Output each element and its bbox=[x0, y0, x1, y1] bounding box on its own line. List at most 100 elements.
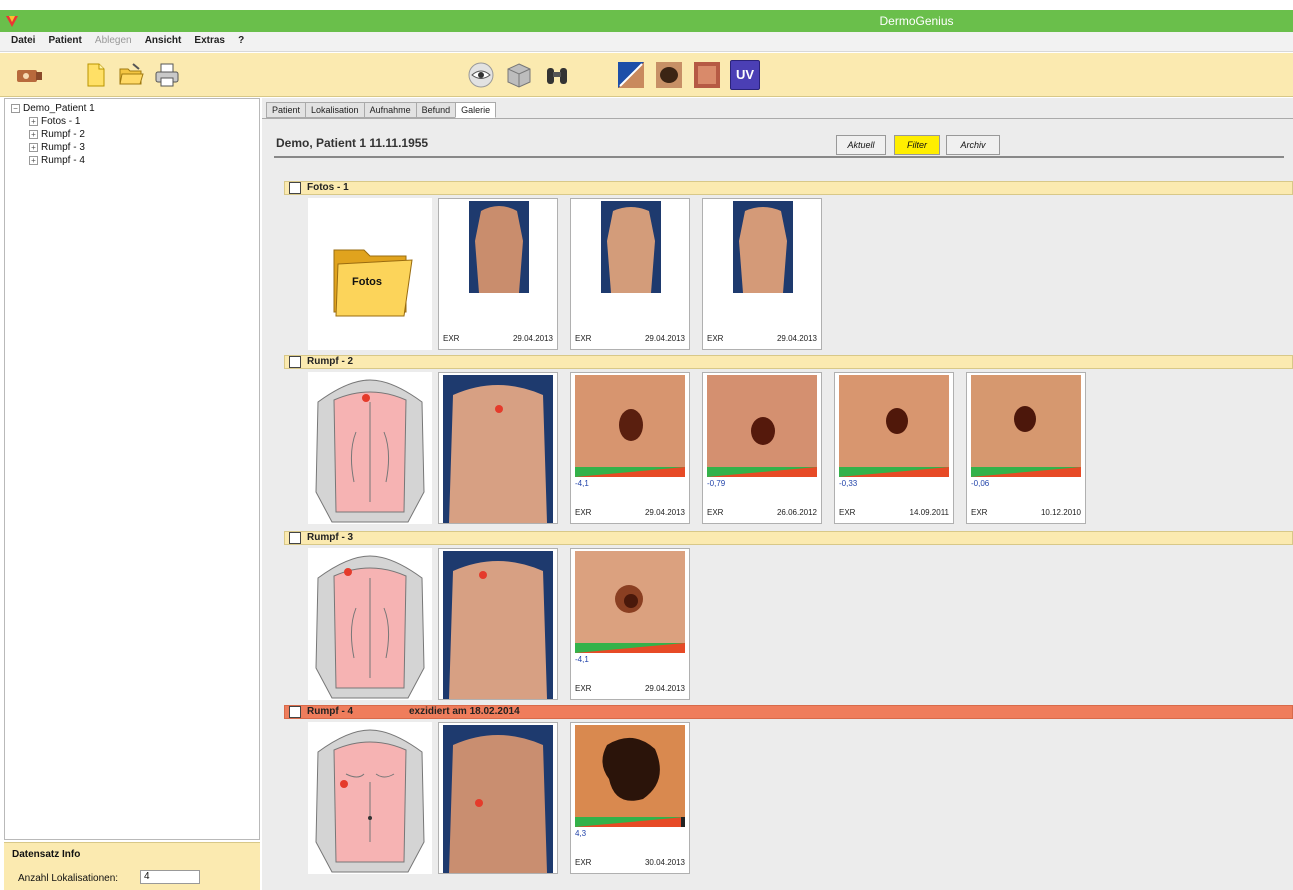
lesion-icon bbox=[656, 62, 682, 88]
section-checkbox[interactable] bbox=[289, 532, 301, 544]
menu-help[interactable]: ? bbox=[233, 32, 249, 46]
title-bar: DermoGenius bbox=[0, 10, 1293, 32]
overview-photo[interactable] bbox=[438, 372, 558, 524]
tree-item-rumpf-3[interactable]: + Rumpf - 3 bbox=[29, 142, 85, 153]
device-label: EXR bbox=[707, 334, 724, 343]
body-map-back-icon bbox=[315, 379, 425, 523]
menu-bar: Datei Patient Ablegen Ansicht Extras ? bbox=[0, 32, 1293, 52]
lesion-dermoscopy-image bbox=[575, 725, 685, 817]
print-button[interactable] bbox=[152, 60, 182, 90]
section-checkbox[interactable] bbox=[289, 706, 301, 718]
open-button[interactable] bbox=[116, 60, 146, 90]
photo-meta: EXR 26.06.2012 bbox=[707, 508, 817, 517]
body-map[interactable] bbox=[308, 372, 432, 524]
filter-filter-button[interactable]: Filter bbox=[894, 135, 940, 155]
device-label: EXR bbox=[839, 508, 856, 517]
back-overview-photo bbox=[443, 551, 553, 699]
dermoscopy-thumb[interactable]: -0,06 EXR 10.12.2010 bbox=[966, 372, 1086, 524]
dermoscopy-thumb[interactable]: -0,79 EXR 26.06.2012 bbox=[702, 372, 822, 524]
uv-button[interactable]: UV bbox=[730, 60, 760, 90]
patient-header: Demo, Patient 1 11.11.1955 bbox=[276, 136, 429, 150]
device-label: EXR bbox=[575, 858, 592, 867]
tab-galerie[interactable]: Galerie bbox=[455, 102, 497, 118]
tree-root-node[interactable]: − Demo_Patient 1 bbox=[11, 103, 95, 114]
tab-patient[interactable]: Patient bbox=[266, 102, 307, 118]
dermoscopy-thumb[interactable]: 4,3 EXR 30.04.2013 bbox=[570, 722, 690, 874]
risk-score-bar bbox=[575, 817, 685, 827]
score-label: -0,06 bbox=[971, 479, 990, 488]
tab-aufnahme[interactable]: Aufnahme bbox=[363, 102, 417, 118]
cube-icon bbox=[507, 63, 531, 88]
body-map-back-icon bbox=[315, 555, 425, 699]
overview-photo[interactable] bbox=[438, 722, 558, 874]
new-button[interactable] bbox=[80, 60, 110, 90]
patient-tree: − Demo_Patient 1 + Fotos - 1 + Rumpf - 2 + R… bbox=[4, 98, 260, 840]
body-map[interactable] bbox=[308, 548, 432, 700]
body-map-front-icon bbox=[315, 729, 425, 873]
tree-item-fotos[interactable]: + Fotos - 1 bbox=[29, 116, 80, 127]
photo-thumb[interactable]: EXR 29.04.2013 bbox=[702, 198, 822, 350]
photo-meta: EXR 29.04.2013 bbox=[575, 508, 685, 517]
skin-button[interactable] bbox=[692, 60, 722, 90]
tab-bar: Patient Lokalisation Aufnahme Befund Galerie bbox=[266, 102, 497, 118]
body-map[interactable] bbox=[308, 722, 432, 874]
risk-score-bar bbox=[839, 467, 949, 477]
section-title: Rumpf - 2 bbox=[307, 356, 354, 367]
score-label: -0,33 bbox=[839, 479, 858, 488]
expand-icon[interactable]: + bbox=[29, 117, 38, 126]
photo-thumb[interactable]: EXR 29.04.2013 bbox=[438, 198, 558, 350]
score-label: -0,79 bbox=[707, 479, 726, 488]
section-checkbox[interactable] bbox=[289, 356, 301, 368]
overview-photo[interactable] bbox=[438, 548, 558, 700]
tab-befund[interactable]: Befund bbox=[415, 102, 457, 118]
binoculars-icon bbox=[547, 68, 567, 84]
device-label: EXR bbox=[575, 334, 592, 343]
tree-item-rumpf-4[interactable]: + Rumpf - 4 bbox=[29, 155, 85, 166]
menu-ansicht[interactable]: Ansicht bbox=[140, 32, 187, 46]
expand-icon[interactable]: + bbox=[29, 130, 38, 139]
date-label: 29.04.2013 bbox=[512, 334, 553, 343]
section-header-rumpf-4: Rumpf - 4 exzidiert am 18.02.2014 bbox=[284, 705, 1293, 719]
expand-icon[interactable]: + bbox=[29, 143, 38, 152]
tree-item-label: Rumpf - 2 bbox=[41, 129, 85, 140]
section-checkbox[interactable] bbox=[289, 182, 301, 194]
menu-ablegen[interactable]: Ablegen bbox=[90, 32, 137, 46]
toolbar: UV bbox=[0, 53, 1293, 97]
menu-extras[interactable]: Extras bbox=[189, 32, 230, 46]
open-folder-icon bbox=[119, 63, 144, 85]
date-label: 14.09.2011 bbox=[909, 508, 949, 517]
search-button[interactable] bbox=[542, 60, 572, 90]
dermoscopy-thumb[interactable]: -4,1 EXR 29.04.2013 bbox=[570, 548, 690, 700]
tree-item-label: Fotos - 1 bbox=[41, 116, 81, 127]
lesion-dermoscopy-image bbox=[575, 375, 685, 467]
tab-divider bbox=[262, 118, 1293, 119]
3d-button[interactable] bbox=[504, 60, 534, 90]
tree-item-rumpf-2[interactable]: + Rumpf - 2 bbox=[29, 129, 85, 140]
menu-datei[interactable]: Datei bbox=[6, 32, 40, 46]
back-overview-photo bbox=[443, 375, 553, 523]
filter-aktuell-button[interactable]: Aktuell bbox=[836, 135, 886, 155]
photo-meta: EXR 14.09.2011 bbox=[839, 508, 949, 517]
filter-archiv-button[interactable]: Archiv bbox=[946, 135, 1000, 155]
photo-meta: EXR 30.04.2013 bbox=[575, 858, 685, 867]
photo-thumb[interactable]: EXR 29.04.2013 bbox=[570, 198, 690, 350]
camera-icon bbox=[17, 70, 42, 82]
date-label: 29.04.2013 bbox=[644, 684, 685, 693]
collapse-icon[interactable]: − bbox=[11, 104, 20, 113]
dermoscopy-thumb[interactable]: -0,33 EXR 14.09.2011 bbox=[834, 372, 954, 524]
tab-lokalisation[interactable]: Lokalisation bbox=[305, 102, 365, 118]
section-title: Rumpf - 4 bbox=[307, 706, 354, 717]
camera-button[interactable] bbox=[14, 60, 44, 90]
device-label: EXR bbox=[971, 508, 988, 517]
menu-patient[interactable]: Patient bbox=[44, 32, 87, 46]
front-overview-photo bbox=[443, 725, 553, 873]
lesion-dermoscopy-image bbox=[575, 551, 685, 643]
lesion-button[interactable] bbox=[654, 60, 684, 90]
expand-icon[interactable]: + bbox=[29, 156, 38, 165]
view-button[interactable] bbox=[466, 60, 496, 90]
compare-button[interactable] bbox=[616, 60, 646, 90]
section-header-rumpf-3: Rumpf - 3 bbox=[284, 531, 1293, 545]
folder-card[interactable]: Fotos bbox=[308, 198, 432, 350]
dermoscopy-thumb[interactable]: -4,1 EXR 29.04.2013 bbox=[570, 372, 690, 524]
main-panel: Patient Lokalisation Aufnahme Befund Galerie… bbox=[262, 98, 1293, 890]
